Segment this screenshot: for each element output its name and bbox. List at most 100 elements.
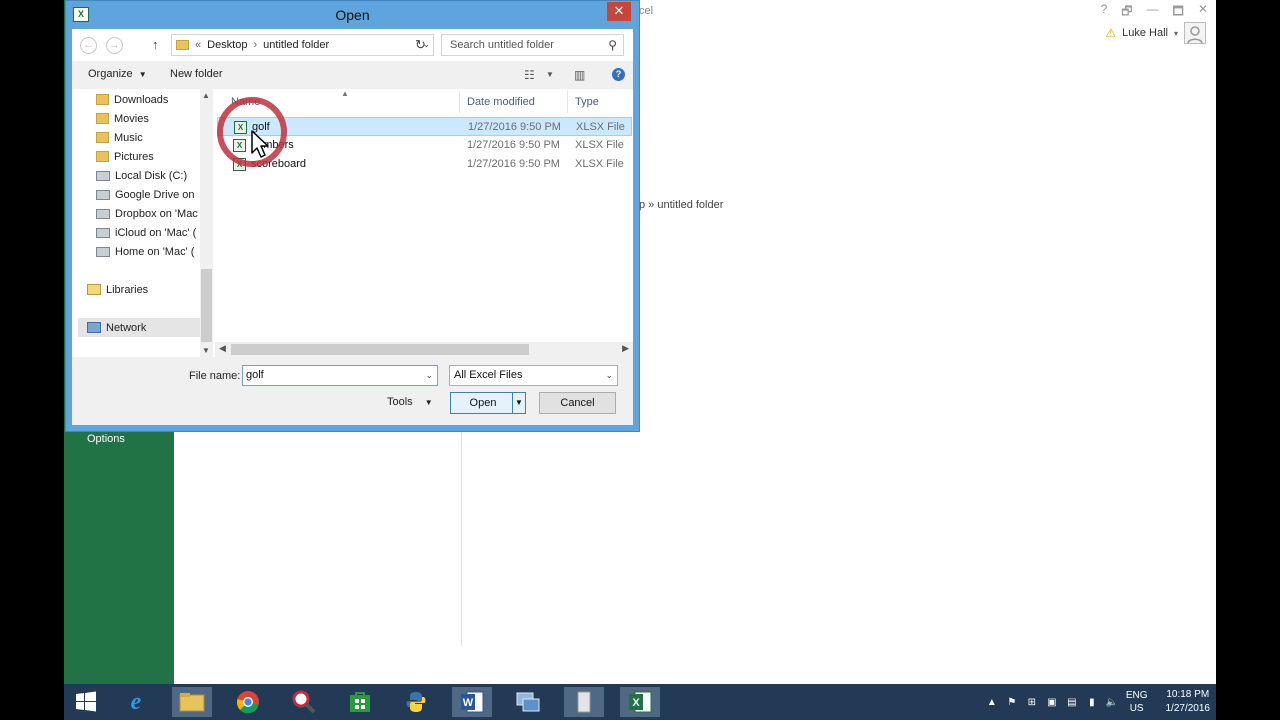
maximize-icon[interactable]: 🗖 xyxy=(1173,2,1184,23)
language-indicator[interactable]: ENG US xyxy=(1126,689,1148,715)
open-split-dropdown[interactable]: ▼ xyxy=(512,393,525,413)
search-placeholder: Search untitled folder xyxy=(450,39,554,51)
recent-folder-path[interactable]: p » untitled folder xyxy=(639,199,723,211)
dialog-footer: File name: golf ⌄ All Excel Files ⌄ Tool… xyxy=(72,357,633,425)
breadcrumb-overflow[interactable]: « xyxy=(195,39,201,51)
network-icon[interactable]: ▤ xyxy=(1066,696,1078,708)
open-button[interactable]: Open ▼ xyxy=(450,392,526,414)
minimize-icon[interactable]: — xyxy=(1147,2,1159,23)
back-button[interactable]: ← xyxy=(80,37,97,54)
taskbar-chrome[interactable] xyxy=(228,687,268,717)
close-icon[interactable]: ✕ xyxy=(1198,2,1208,23)
network-drive-icon xyxy=(96,189,110,200)
view-options-icon[interactable]: ☷ xyxy=(524,68,535,82)
file-date: 1/27/2016 9:50 PM xyxy=(467,139,560,151)
column-header-type[interactable]: Type xyxy=(575,96,599,108)
backstage-options-item[interactable]: Options xyxy=(87,433,125,445)
file-name-input[interactable]: golf ⌄ xyxy=(242,365,438,386)
breadcrumb-separator-icon: › xyxy=(253,39,258,51)
help-icon[interactable]: ? xyxy=(1101,2,1108,23)
scroll-down-icon[interactable]: ▼ xyxy=(202,346,210,355)
ribbon-display-icon[interactable]: 🗗 xyxy=(1121,2,1132,23)
nav-item-network[interactable]: Network xyxy=(78,318,200,337)
scroll-right-icon[interactable]: ▶ xyxy=(622,343,629,354)
chevron-down-icon: ▼ xyxy=(138,70,147,79)
network-drive-icon xyxy=(96,246,110,257)
volume-icon[interactable]: 🔈 xyxy=(1106,696,1118,708)
open-dialog: X Open ✕ ← → ↑ « Desktop › untitled fold… xyxy=(65,0,640,432)
file-type-value: All Excel Files xyxy=(454,369,523,381)
close-button[interactable]: ✕ xyxy=(607,2,631,21)
taskbar-store[interactable] xyxy=(340,687,380,717)
clock[interactable]: 10:18 PM 1/27/2016 xyxy=(1166,688,1211,716)
file-explorer-icon xyxy=(179,693,205,712)
action-center-icon[interactable]: ⚑ xyxy=(1006,696,1018,708)
file-type-select[interactable]: All Excel Files ⌄ xyxy=(449,365,618,386)
column-separator[interactable] xyxy=(459,91,460,113)
taskbar-internet-explorer[interactable]: e xyxy=(116,687,156,717)
taskbar-app[interactable] xyxy=(564,687,604,717)
scroll-up-icon[interactable]: ▲ xyxy=(202,91,210,100)
scroll-thumb[interactable] xyxy=(201,269,212,342)
nav-item-label: Dropbox on 'Mac xyxy=(115,207,198,220)
svg-text:W: W xyxy=(463,697,474,709)
battery-icon[interactable]: ▮ xyxy=(1086,696,1098,708)
file-row-scoreboard[interactable]: X scoreboard 1/27/2016 9:50 PM XLSX File xyxy=(217,155,632,174)
help-icon[interactable]: ? xyxy=(612,68,625,81)
taskbar-excel[interactable]: X xyxy=(620,687,660,717)
excel-icon: X xyxy=(629,691,652,713)
file-name-label: File name: xyxy=(189,370,241,382)
up-button[interactable]: ↑ xyxy=(152,37,159,52)
taskbar-word[interactable]: W xyxy=(452,687,492,717)
tray-app-icon[interactable]: ▣ xyxy=(1046,696,1058,708)
breadcrumb-desktop[interactable]: Desktop xyxy=(207,39,247,51)
nav-item-label: Google Drive on xyxy=(115,188,195,201)
nav-item-libraries[interactable]: Libraries xyxy=(87,280,215,299)
column-header-date[interactable]: Date modified xyxy=(467,96,535,108)
forward-button[interactable]: → xyxy=(106,37,123,54)
search-input[interactable]: Search untitled folder ⚲ xyxy=(441,34,624,56)
chevron-down-icon[interactable]: ▼ xyxy=(546,70,554,79)
dialog-title: Open xyxy=(335,7,370,23)
user-name: Luke Hall xyxy=(1122,27,1168,39)
chevron-down-icon: ▾ xyxy=(1173,28,1178,38)
app-icon xyxy=(577,691,591,713)
folder-icon xyxy=(96,151,109,162)
user-account[interactable]: ⚠ Luke Hall ▾ xyxy=(1105,22,1206,44)
new-folder-button[interactable]: New folder xyxy=(170,68,223,80)
address-bar[interactable]: « Desktop › untitled folder ⌄ xyxy=(171,34,434,56)
taskbar-remote-desktop[interactable] xyxy=(508,687,548,717)
chevron-down-icon: ⌄ xyxy=(605,370,613,380)
window-title-fragment: cel xyxy=(639,5,654,17)
tools-menu[interactable]: Tools ▼ xyxy=(387,396,433,408)
network-icon xyxy=(87,322,101,333)
windows-tray-icon[interactable]: ⊞ xyxy=(1026,696,1038,708)
clock-date: 1/27/2016 xyxy=(1165,703,1211,714)
scroll-thumb[interactable] xyxy=(231,344,529,355)
nav-item-label: Network xyxy=(106,321,147,334)
preview-pane-icon[interactable]: ▥ xyxy=(574,68,585,82)
cancel-button[interactable]: Cancel xyxy=(539,392,616,414)
organize-button[interactable]: Organize ▼ xyxy=(88,68,147,80)
address-row: ← → ↑ « Desktop › untitled folder ⌄ ↻ Se… xyxy=(72,29,633,61)
language-code: ENG xyxy=(1125,690,1148,701)
chevron-down-icon[interactable]: ⌄ xyxy=(425,366,433,385)
nav-scrollbar[interactable]: ▲ ▼ xyxy=(200,89,213,357)
folder-icon xyxy=(176,40,189,50)
remote-desktop-icon xyxy=(516,692,540,712)
taskbar-python[interactable] xyxy=(396,687,436,717)
column-separator[interactable] xyxy=(567,91,568,113)
file-list-hscrollbar[interactable]: ◀ ▶ xyxy=(215,342,633,357)
show-hidden-icons-icon[interactable]: ▲ xyxy=(986,696,998,708)
start-button[interactable] xyxy=(66,687,106,717)
taskbar: e W X ▲ ⚑ ⊞ ▣ ▤ ▮ 🔈 ENG US 10:18 PM 1/27… xyxy=(64,684,1216,720)
refresh-button[interactable]: ↻ xyxy=(415,37,426,53)
taskbar-file-explorer[interactable] xyxy=(172,687,212,717)
breadcrumb-untitled-folder[interactable]: untitled folder xyxy=(263,39,329,51)
scroll-left-icon[interactable]: ◀ xyxy=(219,343,226,354)
dialog-titlebar[interactable]: X Open ✕ xyxy=(66,1,639,29)
avatar xyxy=(1184,22,1206,44)
taskbar-magnifier[interactable] xyxy=(284,687,324,717)
folder-icon xyxy=(96,113,109,124)
file-date: 1/27/2016 9:50 PM xyxy=(468,121,561,133)
